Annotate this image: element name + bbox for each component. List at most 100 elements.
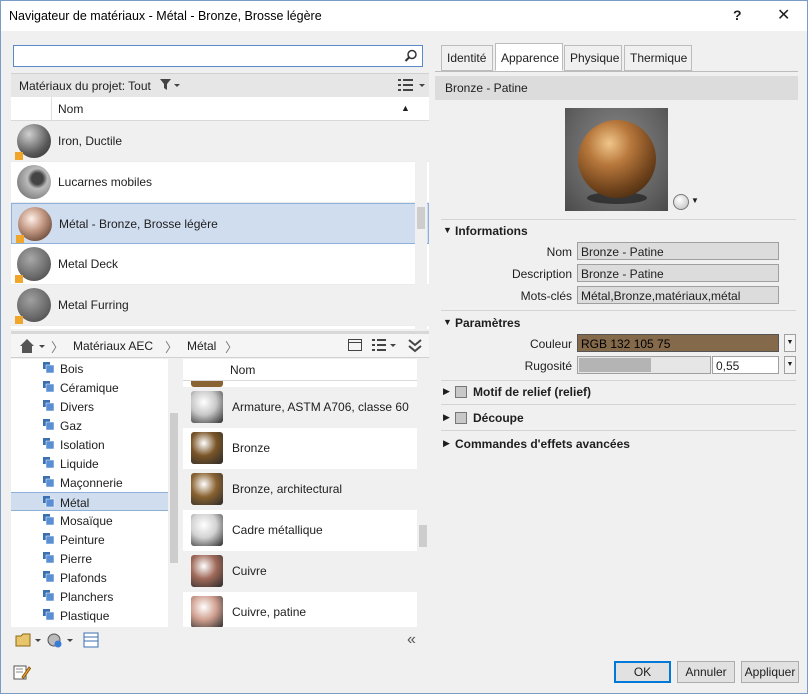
category-item[interactable]: Gaz [11,416,168,435]
library-material-row[interactable]: Cuivre, patine [183,592,417,627]
list-view-icon[interactable] [371,337,399,353]
category-item[interactable]: Liquide [11,454,168,473]
project-materials-label: Matériaux du projet: Tout [19,79,151,93]
project-material-row[interactable]: Metal Furring [11,285,429,326]
category-item[interactable]: Mosaïque [11,511,168,530]
material-thumbnail [15,288,51,324]
keywords-field[interactable]: Métal,Bronze,matériaux,métal [577,286,779,304]
tab-thermal[interactable]: Thermique [624,45,692,71]
parametres-section-header[interactable]: ▼ Paramètres [441,313,796,333]
category-label: Liquide [60,457,99,471]
library-list-header[interactable]: Nom [183,359,417,381]
description-field[interactable]: Bronze - Patine [577,264,779,282]
roughness-dropdown-button[interactable]: ▼ [784,356,796,374]
library-folder-icon [43,419,55,431]
relief-checkbox[interactable] [455,386,467,398]
library-material-row[interactable]: Bronze [183,428,417,469]
material-thumbnail [191,514,223,546]
apply-button[interactable]: Appliquer [741,661,799,683]
ok-button[interactable]: OK [614,661,671,683]
project-list-header[interactable]: Nom ▲ [11,97,429,121]
create-material-icon[interactable] [47,632,77,648]
name-column-header[interactable]: Nom [58,102,83,116]
breadcrumb-item[interactable]: Métal [187,339,216,353]
library-folder-icon [43,514,55,526]
cutout-section-header[interactable]: ▶ Découpe [441,408,796,428]
library-folder-icon [43,400,55,412]
appearance-panel: Bronze - Patine ▼ ▼ Informations Nom Bro… [435,71,798,653]
color-swatch-field[interactable]: RGB 132 105 75 [577,334,779,352]
warning-icon [15,316,23,324]
relief-section-header[interactable]: ▶ Motif de relief (relief) [441,382,796,402]
expanded-triangle-icon: ▼ [443,317,452,327]
collapse-left-icon[interactable]: « [407,631,416,649]
tab-appearance[interactable]: Apparence [495,43,563,71]
roughness-slider[interactable] [577,356,711,374]
cancel-button[interactable]: Annuler [677,661,735,683]
category-item[interactable]: Céramique [11,378,168,397]
library-folder-icon [43,362,55,374]
roughness-value-field[interactable]: 0,55 [712,356,779,374]
category-tree-scrollbar[interactable] [168,359,180,627]
preview-shape-icon[interactable] [673,194,689,210]
project-material-row[interactable]: Iron, Ductile [11,121,429,162]
library-breadcrumb: 〉 Matériaux AEC 〉 Métal 〉 [11,334,429,358]
close-button[interactable]: ✕ [777,5,790,25]
name-column-header[interactable]: Nom [230,363,255,377]
project-material-row[interactable]: Lucarnes mobiles [11,162,429,203]
material-preview-image [565,108,668,211]
section-label: Commandes d'effets avancées [455,437,630,451]
library-folder-icon[interactable] [15,632,45,648]
material-thumbnail [17,165,51,199]
cutout-checkbox[interactable] [455,412,467,424]
edit-material-icon[interactable] [13,663,31,681]
keywords-label: Mots-clés [520,289,572,303]
search-box[interactable] [13,45,423,67]
breadcrumb-item[interactable]: Matériaux AEC [73,339,153,353]
project-material-row-selected[interactable]: Métal - Bronze, Brosse légère [11,203,429,244]
expanded-triangle-icon: ▼ [443,225,452,235]
material-name: Métal - Bronze, Brosse légère [59,217,218,231]
category-item[interactable]: Bois [11,359,168,378]
material-name: Iron, Ductile [58,134,123,148]
category-label: Gaz [60,419,83,433]
home-icon[interactable] [19,338,49,354]
tab-physical[interactable]: Physique [564,45,622,71]
advanced-effects-section-header[interactable]: ▶ Commandes d'effets avancées [441,434,796,454]
library-material-row[interactable]: Cuivre [183,551,417,592]
category-item[interactable]: Maçonnerie [11,473,168,492]
project-list-scrollbar[interactable] [415,121,427,329]
filter-icon[interactable] [159,78,181,92]
category-item[interactable]: Planchers [11,587,168,606]
keywords-row: Mots-clés Métal,Bronze,matériaux,métal [441,286,796,306]
name-field[interactable]: Bronze - Patine [577,242,779,260]
tab-identity[interactable]: Identité [441,45,493,71]
search-input[interactable] [14,46,394,66]
category-label: Mosaïque [60,514,113,528]
category-item[interactable]: Divers [11,397,168,416]
view-options-icon[interactable] [397,78,427,92]
collapse-panel-icon[interactable] [407,337,423,353]
category-item[interactable]: Pierre [11,549,168,568]
project-material-row[interactable]: Metal Deck [11,244,429,285]
name-label: Nom [546,245,572,259]
library-material-row[interactable]: Bronze, architectural [183,469,417,510]
category-item[interactable]: Isolation [11,435,168,454]
category-item[interactable]: Plafonds [11,568,168,587]
chevron-down-icon[interactable]: ▼ [691,196,699,205]
library-folder-icon [43,457,55,469]
search-icon[interactable] [404,49,418,63]
library-list-scrollbar[interactable] [417,359,429,627]
panel-layout-icon[interactable] [347,337,363,353]
material-thumbnail [191,596,223,627]
category-item[interactable]: Métal [11,492,168,511]
informations-section-header[interactable]: ▼ Informations [441,221,796,241]
asset-browser-icon[interactable] [83,632,99,648]
library-material-row[interactable]: Armature, ASTM A706, classe 60 [183,387,417,428]
library-toolbar: « [11,629,429,653]
category-item[interactable]: Plastique [11,606,168,625]
category-item[interactable]: Peinture [11,530,168,549]
help-button[interactable]: ? [733,7,742,23]
library-material-row[interactable]: Cadre métallique [183,510,417,551]
color-dropdown-button[interactable]: ▼ [784,334,796,352]
